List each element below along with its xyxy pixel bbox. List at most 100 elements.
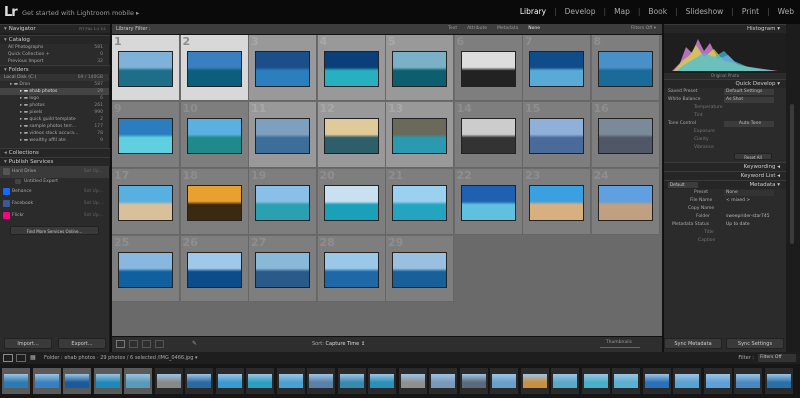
grid-cell[interactable]: 29 (386, 236, 454, 302)
filmstrip-thumb[interactable] (215, 368, 244, 394)
exposure-row[interactable]: Exposure (664, 128, 786, 136)
module-book[interactable]: Book (648, 7, 667, 16)
grid-cell[interactable]: 7 (523, 35, 591, 101)
grid-cell[interactable]: 17 (112, 169, 180, 235)
catalog-item[interactable]: Previous Import 32 (0, 58, 109, 65)
filmstrip-thumb[interactable] (246, 368, 274, 394)
catalog-header[interactable]: ▾ Catalog (0, 35, 110, 44)
photo-thumbnail[interactable] (392, 185, 447, 221)
folders-header[interactable]: ▾ Folders (0, 65, 110, 74)
grid-cell[interactable]: 8 (591, 35, 660, 101)
clarity-row[interactable]: Clarity (664, 136, 786, 144)
photo-thumbnail[interactable] (529, 51, 584, 87)
filmstrip-thumb[interactable] (551, 368, 579, 394)
grid-cell[interactable]: 10 (180, 102, 249, 168)
grid-cell[interactable]: 27 (249, 236, 317, 302)
mobile-promo-link[interactable]: Get started with Lightroom mobile ▸ (22, 9, 139, 17)
import-button[interactable]: Import... (4, 338, 52, 349)
grid-cell[interactable]: 23 (523, 169, 591, 235)
grid-cell[interactable]: 21 (386, 169, 454, 235)
reset-all-button[interactable]: Reset All (734, 153, 772, 160)
grid-cell[interactable]: 25 (112, 236, 180, 302)
module-map[interactable]: Map (614, 7, 630, 16)
photo-thumbnail[interactable] (118, 185, 173, 221)
grid-cell[interactable]: 20 (317, 169, 386, 235)
loupe-view-icon[interactable] (129, 340, 138, 348)
keyword-list-header[interactable]: Keyword List ◂ (664, 171, 786, 180)
filmstrip-thumb[interactable] (703, 368, 732, 394)
folder-item[interactable]: ▸ ▬ logo 6 (0, 95, 109, 102)
photo-thumbnail[interactable] (118, 51, 173, 87)
module-library[interactable]: Library (520, 7, 546, 16)
publish-service[interactable]: Hard Drive Set Up... (0, 166, 109, 178)
filmstrip-thumb[interactable] (429, 368, 457, 394)
auto-tone-button[interactable]: Auto Tone (724, 121, 774, 127)
filmstrip-thumb[interactable] (368, 368, 396, 394)
photo-thumbnail[interactable] (460, 51, 516, 87)
filmstrip-filter-select[interactable]: Filters Off (758, 354, 796, 362)
title-row[interactable]: Title (664, 229, 786, 237)
publish-service[interactable]: Behance Set Up... (0, 186, 109, 198)
catalog-item[interactable]: Quick Collection + 0 (0, 51, 109, 58)
filter-option-text[interactable]: Text (448, 26, 457, 31)
filmstrip-thumb[interactable] (581, 368, 610, 394)
filmstrip-thumb[interactable] (673, 368, 701, 394)
file-name-value[interactable]: < mixed > (724, 198, 774, 204)
filter-option-attribute[interactable]: Attribute (467, 26, 487, 31)
navigator-header[interactable]: ▾ Navigator FIT FILL 1:1 3:1 (0, 24, 110, 33)
secondary-window-icon[interactable] (3, 354, 13, 362)
grid-cell[interactable]: 11 (249, 102, 317, 168)
scroll-thumb[interactable] (790, 104, 794, 244)
service-setup[interactable]: Set Up... (84, 169, 103, 174)
grid-cell[interactable]: 3 (249, 35, 317, 101)
export-button[interactable]: Export... (58, 338, 106, 349)
photo-thumbnail[interactable] (323, 51, 379, 87)
tint-row[interactable]: Tint (664, 112, 786, 120)
filmstrip-source[interactable]: Folder : ehab photos · 29 photos / 6 sel… (44, 355, 198, 361)
filmstrip-thumb[interactable] (154, 368, 183, 394)
filmstrip-thumb[interactable] (459, 368, 488, 394)
filmstrip-thumb[interactable] (185, 368, 213, 394)
white-balance-select[interactable]: As Shot (724, 97, 774, 103)
filmstrip-thumb[interactable] (337, 368, 366, 394)
grid-cell[interactable]: 26 (180, 236, 249, 302)
thumbnail-size-slider[interactable] (600, 347, 640, 348)
quick-develop-header[interactable]: Quick Develop ▾ (664, 79, 786, 88)
filters-off-dropdown[interactable]: Filters Off ▾ (631, 26, 656, 31)
folder-item[interactable]: ▸ ▬ quick guild template 2 (0, 116, 109, 123)
vibrance-row[interactable]: Vibrance (664, 144, 786, 152)
filmstrip-thumb[interactable] (63, 368, 91, 394)
folder-item[interactable]: ▸ ▬ sample photos terr... 177 (0, 123, 109, 130)
grid-cell[interactable]: 22 (454, 169, 523, 235)
find-more-services-button[interactable]: Find More Services Online... (10, 226, 99, 235)
filmstrip-thumb[interactable] (2, 368, 30, 394)
service-setup[interactable]: Set Up... (84, 189, 103, 194)
grid-cell[interactable]: 19 (249, 169, 317, 235)
grid-cell[interactable]: 12 (317, 102, 386, 168)
photo-thumbnail[interactable] (460, 185, 516, 221)
grid-cell[interactable]: 2 (180, 35, 249, 101)
collections-header[interactable]: ◂ Collections (0, 148, 110, 157)
photo-thumbnail[interactable] (186, 118, 242, 154)
publish-service[interactable]: Flickr Set Up... (0, 210, 109, 222)
metadata-header[interactable]: Default Metadata ▾ (664, 180, 786, 189)
filter-option-none[interactable]: None (528, 26, 540, 31)
sync-metadata-button[interactable]: Sync Metadata (664, 338, 722, 349)
folder-item[interactable]: ▸ ▬ photos 261 (0, 102, 109, 109)
photo-thumbnail[interactable] (323, 252, 379, 288)
publish-service[interactable]: Facebook Set Up... (0, 198, 109, 210)
filmstrip-thumb[interactable] (32, 368, 61, 394)
photo-thumbnail[interactable] (186, 51, 242, 87)
folder-item[interactable]: ▸ ▬ Dron 587 (0, 81, 109, 88)
folder-item[interactable]: ▸ ▬ pixels 990 (0, 109, 109, 116)
photo-thumbnail[interactable] (597, 118, 653, 154)
grid-cell[interactable]: 5 (386, 35, 454, 101)
publish-header[interactable]: ▾ Publish Services (0, 157, 110, 166)
photo-thumbnail[interactable] (255, 51, 310, 87)
grid-cell[interactable]: 24 (591, 169, 660, 235)
folder-item[interactable]: ▸ ▬ wealthy affil ate 9 (0, 137, 109, 144)
survey-view-icon[interactable] (155, 340, 164, 348)
filmstrip-thumb[interactable] (734, 368, 762, 394)
folder-item[interactable]: ▸ ▬ videos stock accura... 78 (0, 130, 109, 137)
publish-service[interactable]: Untitled Export (0, 178, 109, 186)
